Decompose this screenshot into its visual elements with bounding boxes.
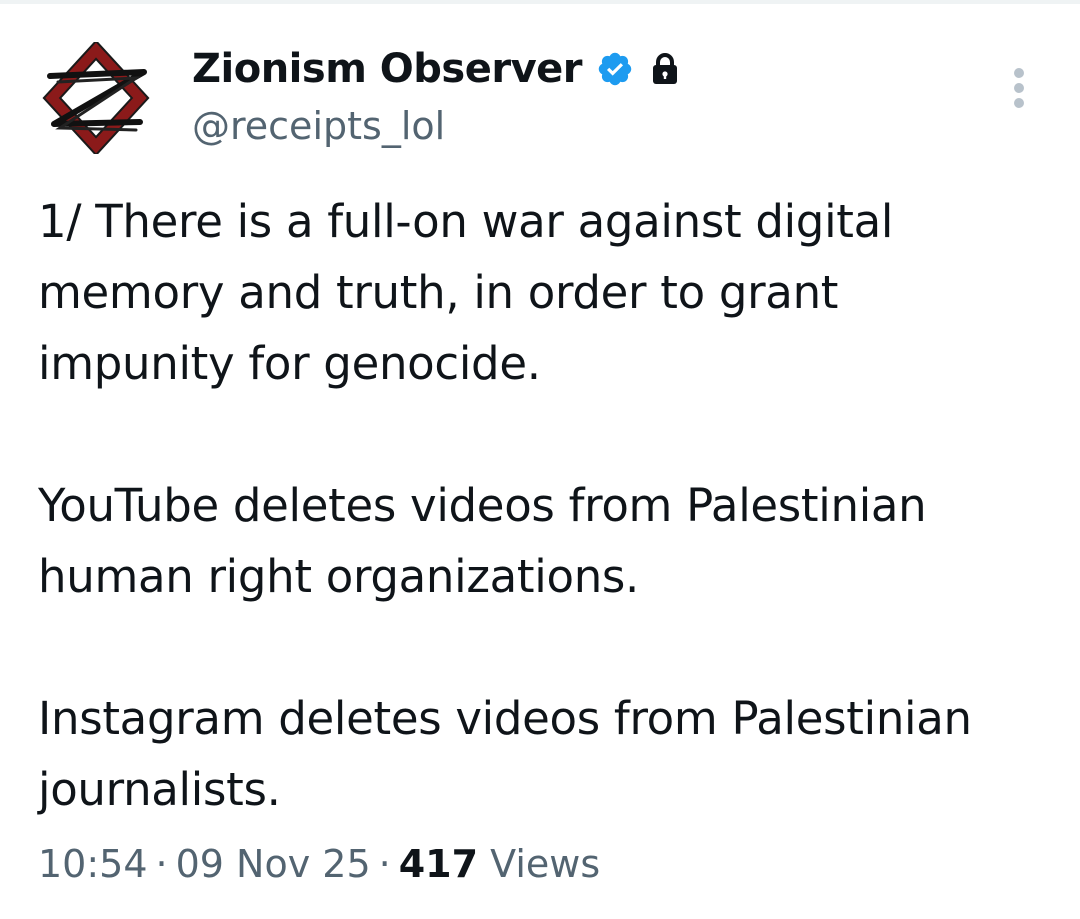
tweet-header: Zionism Observer @receipts_lol	[192, 42, 952, 152]
tweet-text: 1/ There is a full-on war against digita…	[38, 186, 1048, 825]
name-row: Zionism Observer	[192, 42, 952, 96]
more-dot	[1014, 68, 1024, 78]
author-display-name[interactable]: Zionism Observer	[192, 46, 583, 92]
lock-icon	[650, 52, 680, 86]
more-options-icon[interactable]	[1004, 66, 1036, 110]
top-divider	[0, 0, 1080, 4]
tweet-time[interactable]: 10:54	[38, 842, 148, 886]
more-dot	[1014, 98, 1024, 108]
more-dot	[1014, 83, 1024, 93]
avatar[interactable]	[40, 42, 152, 154]
meta-separator: ·	[378, 842, 391, 886]
tweet-paragraph: YouTube deletes videos from Palestinian …	[38, 479, 927, 603]
tweet-paragraph: 1/ There is a full-on war against digita…	[38, 195, 894, 390]
meta-separator: ·	[155, 842, 168, 886]
avatar-logo-icon	[42, 42, 150, 154]
views-label[interactable]: Views	[490, 842, 600, 886]
tweet-metadata: 10:54 · 09 Nov 25 · 417 Views	[38, 836, 600, 892]
tweet-date[interactable]: 09 Nov 25	[176, 842, 371, 886]
author-handle[interactable]: @receipts_lol	[192, 100, 952, 152]
tweet-paragraph: Instagram deletes videos from Palestinia…	[38, 692, 972, 816]
verified-badge-icon[interactable]	[596, 50, 634, 88]
views-count[interactable]: 417	[399, 842, 478, 886]
